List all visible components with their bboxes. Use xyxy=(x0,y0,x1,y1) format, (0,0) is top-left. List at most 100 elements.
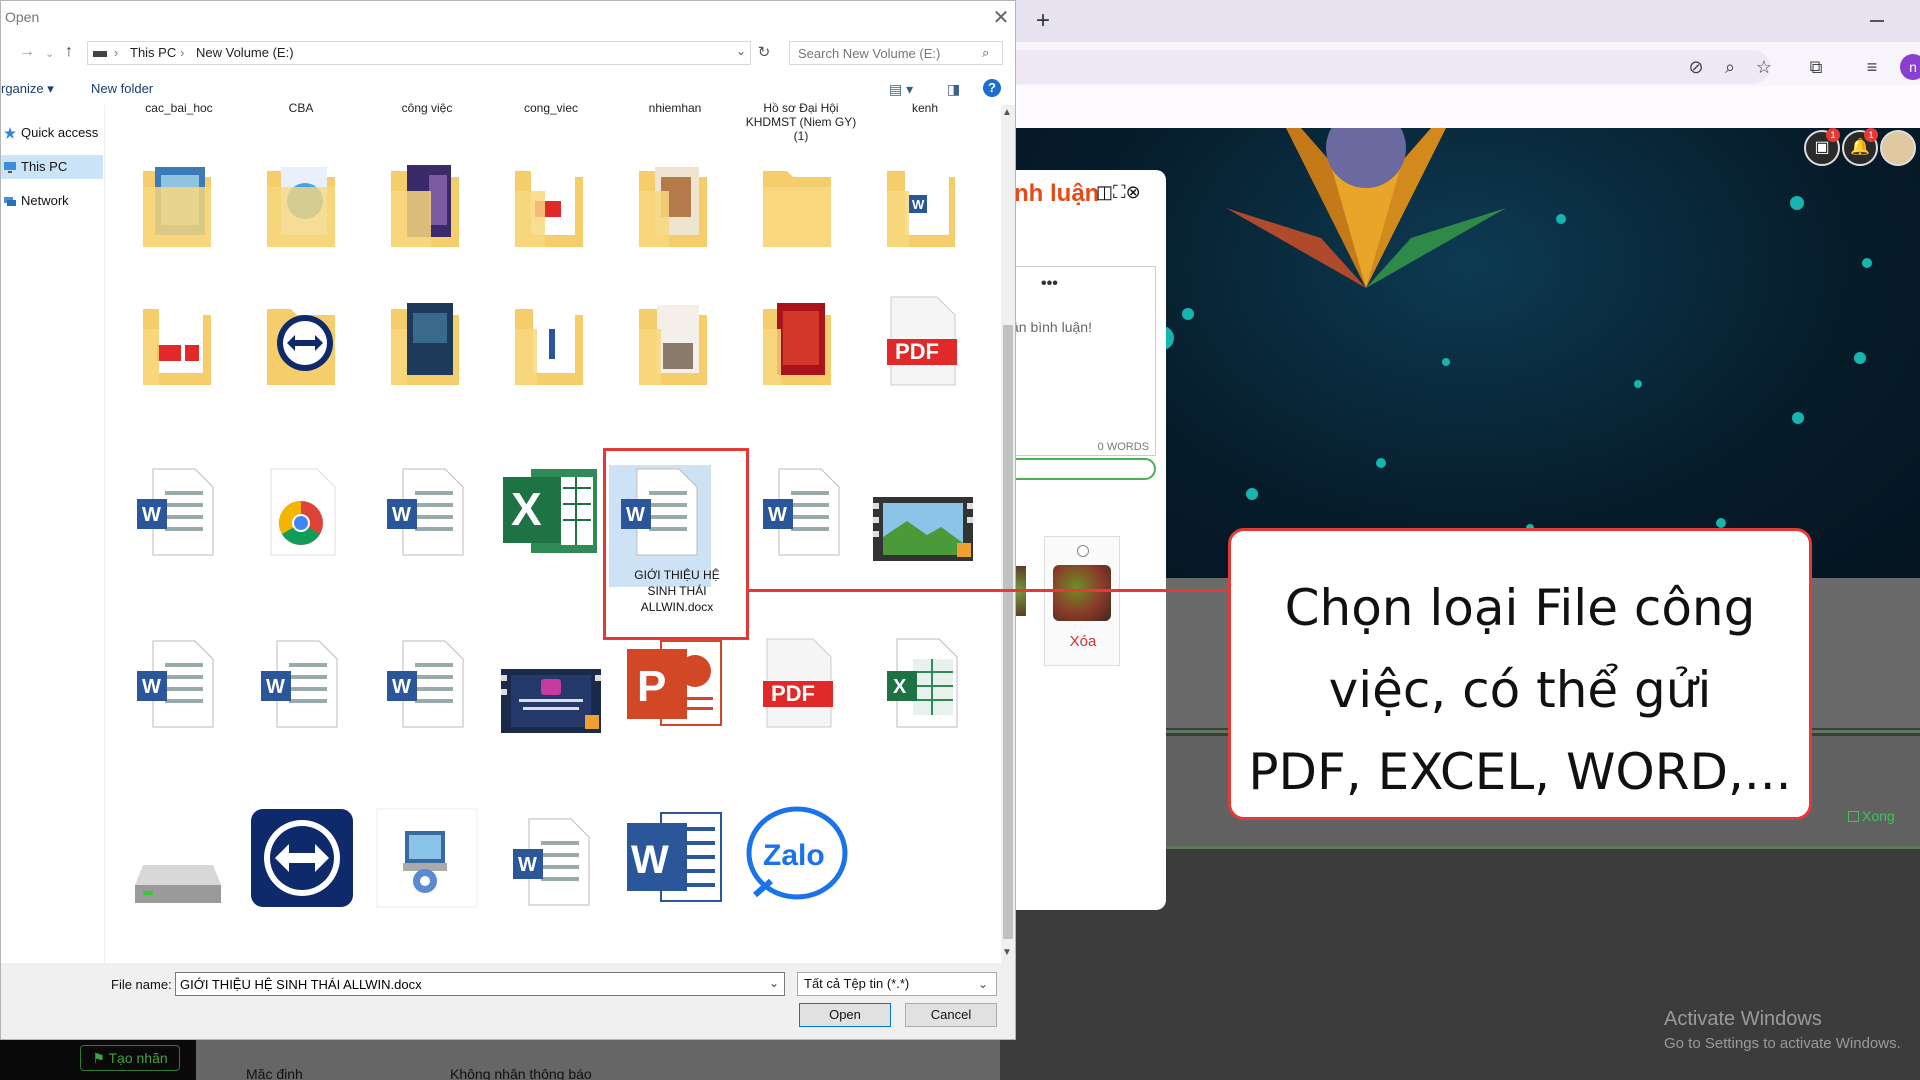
folder-icon[interactable] xyxy=(637,299,709,389)
create-label-button[interactable]: ⚑ Tạo nhãn xyxy=(80,1045,180,1071)
nav-quick-access[interactable]: Quick access xyxy=(1,121,103,145)
chevron-down-icon[interactable]: ⌄ xyxy=(769,976,779,990)
word-document-icon[interactable]: W xyxy=(761,467,841,557)
folder-icon[interactable] xyxy=(761,299,833,389)
word-document-icon[interactable]: W xyxy=(385,639,465,729)
word-document-icon[interactable]: W xyxy=(385,467,465,557)
folder-icon[interactable] xyxy=(141,161,213,251)
folder-pdf-icon[interactable] xyxy=(513,161,585,251)
organize-menu[interactable]: rganize ▾ xyxy=(1,81,54,97)
chrome-icon[interactable] xyxy=(261,467,341,557)
up-icon[interactable]: ↑ xyxy=(65,43,73,61)
zalo-icon[interactable]: Zalo xyxy=(745,805,849,909)
word-document-icon[interactable]: W xyxy=(259,639,339,729)
address-bar[interactable] xyxy=(990,50,1770,84)
folder-icon[interactable] xyxy=(389,299,461,389)
comment-submit-field[interactable] xyxy=(1010,458,1156,480)
word-app-icon[interactable]: W xyxy=(625,807,725,907)
done-checkbox[interactable]: Xong xyxy=(1848,808,1895,824)
search-icon: ⌕ xyxy=(982,45,990,60)
item-label: nhiemhan xyxy=(648,101,702,115)
folder-word-icon[interactable]: W xyxy=(885,161,957,251)
excel-icon[interactable]: X xyxy=(501,463,601,559)
forward-icon[interactable]: → xyxy=(19,43,35,61)
minimize-button[interactable] xyxy=(1870,20,1884,22)
search-box[interactable]: ⌕ xyxy=(789,41,1003,65)
file-name-input[interactable] xyxy=(175,972,785,996)
svg-text:W: W xyxy=(912,197,925,212)
word-document-icon[interactable]: W xyxy=(135,467,215,557)
recent-dropdown-icon[interactable]: ⌄ xyxy=(45,47,54,60)
file-type-select[interactable]: Tất cả Tệp tin (*.*) ⌄ xyxy=(797,972,997,996)
profile-avatar[interactable]: n xyxy=(1900,54,1920,80)
reading-list-icon[interactable]: ≡ xyxy=(1860,55,1884,79)
open-file-dialog: Open ✕ → ⌄ ↑ › This PC › New Volume (E:)… xyxy=(0,0,1016,1040)
more-icon[interactable]: ••• xyxy=(1041,275,1058,293)
nav-network[interactable]: Network xyxy=(1,189,103,213)
svg-text:PDF: PDF xyxy=(771,681,815,706)
view-options-icon[interactable]: ▤ ▾ xyxy=(889,81,913,98)
comment-panel-title: nh luận xyxy=(1014,180,1100,207)
close-icon[interactable]: ✕ xyxy=(991,5,1011,30)
folder-icon[interactable] xyxy=(513,299,585,389)
attachment-card[interactable]: Xóa xyxy=(1044,536,1120,666)
folder-icon[interactable] xyxy=(265,161,337,251)
svg-text:X: X xyxy=(893,676,907,698)
avatar[interactable] xyxy=(1880,130,1916,166)
powerpoint-icon[interactable]: P xyxy=(625,635,725,731)
store-icon[interactable]: ▣ 1 xyxy=(1804,128,1840,166)
svg-text:W: W xyxy=(142,504,161,526)
select-radio[interactable] xyxy=(1077,545,1089,557)
excel-file-icon[interactable]: X xyxy=(885,637,965,729)
video-file-icon[interactable] xyxy=(501,669,601,733)
svg-text:W: W xyxy=(631,838,669,882)
folder-pdf-icon[interactable] xyxy=(141,299,213,389)
extensions-icon[interactable]: ⧉ xyxy=(1804,55,1828,79)
search-input[interactable] xyxy=(790,42,976,64)
breadcrumb-new-volume[interactable]: New Volume (E:) xyxy=(196,45,294,60)
bell-icon[interactable]: 🔔 1 xyxy=(1842,128,1878,166)
bookmark-star-icon[interactable]: ☆ xyxy=(1752,55,1776,79)
breadcrumb-this-pc[interactable]: This PC xyxy=(130,45,176,60)
scrollbar[interactable]: ▲ ▼ xyxy=(1001,105,1015,963)
item-label: cong_viec xyxy=(523,101,579,115)
callout-box: Chọn loại File công việc, có thể gửi PDF… xyxy=(1228,528,1812,820)
scroll-thumb[interactable] xyxy=(1003,325,1013,939)
nav-this-pc[interactable]: This PC xyxy=(1,155,103,179)
folder-icon[interactable] xyxy=(637,161,709,251)
scroll-down-icon[interactable]: ▼ xyxy=(1002,947,1012,958)
folder-teamviewer-icon[interactable] xyxy=(265,299,337,389)
delete-link[interactable]: Xóa xyxy=(1045,633,1121,650)
pdf-file-icon[interactable]: PDF xyxy=(885,295,959,387)
address-breadcrumb[interactable]: › This PC › New Volume (E:) ⌄ xyxy=(87,41,751,65)
new-tab-button[interactable]: + xyxy=(1028,6,1058,36)
drive-icon[interactable] xyxy=(133,857,223,907)
help-icon[interactable]: ? xyxy=(983,79,1001,97)
word-document-icon[interactable]: W xyxy=(511,817,591,907)
folder-icon[interactable] xyxy=(389,161,461,251)
svg-text:W: W xyxy=(266,676,285,698)
pdf-file-icon[interactable]: PDF xyxy=(761,637,835,729)
zoom-icon[interactable]: ⌕ xyxy=(1718,55,1742,79)
new-folder-button[interactable]: New folder xyxy=(91,81,153,96)
default-select[interactable]: Mặc định xyxy=(246,1066,303,1080)
refresh-icon[interactable]: ↻ xyxy=(753,43,775,65)
folder-icon[interactable] xyxy=(761,161,833,251)
divider xyxy=(1160,846,1920,849)
svg-text:W: W xyxy=(392,676,411,698)
open-button[interactable]: Open xyxy=(799,1003,891,1027)
scroll-up-icon[interactable]: ▲ xyxy=(1002,107,1012,118)
installer-icon[interactable] xyxy=(375,807,479,909)
callout-connector xyxy=(748,589,1228,592)
chevron-down-icon[interactable]: ⌄ xyxy=(736,44,746,58)
word-document-icon[interactable]: W xyxy=(135,639,215,729)
dialog-title: Open xyxy=(5,9,40,25)
eye-off-icon[interactable]: ⊘ xyxy=(1684,55,1708,79)
preview-pane-icon[interactable]: ◨ xyxy=(947,81,960,98)
no-notify-checkbox[interactable]: Không nhận thông báo xyxy=(450,1066,592,1080)
teamviewer-icon[interactable] xyxy=(249,807,355,909)
comment-editor[interactable]: ••• ần bình luận! 0 WORDS xyxy=(1010,266,1156,456)
cancel-button[interactable]: Cancel xyxy=(905,1003,997,1027)
panel-window-controls[interactable]: ◫⛶⊗ xyxy=(1096,182,1141,203)
video-file-icon[interactable] xyxy=(873,497,973,561)
